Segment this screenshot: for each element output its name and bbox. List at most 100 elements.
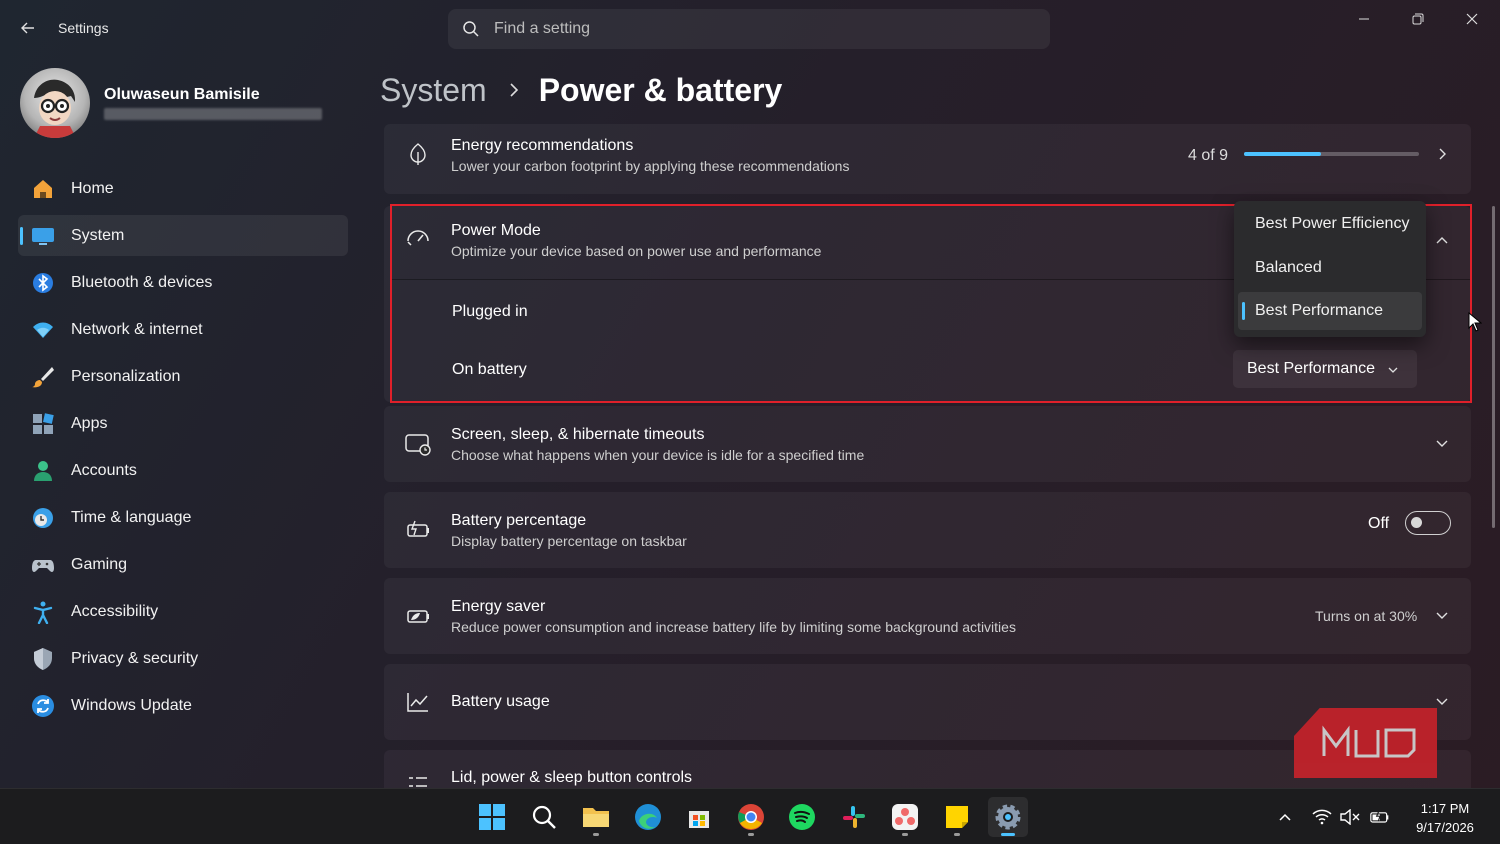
slack-icon <box>843 806 865 828</box>
taskbar-edge[interactable] <box>628 797 668 837</box>
taskbar-store[interactable] <box>679 797 719 837</box>
taskbar-asana[interactable] <box>885 797 925 837</box>
back-button[interactable] <box>14 14 42 42</box>
sidebar-item-label: System <box>71 226 125 244</box>
apps-icon <box>30 411 56 437</box>
dropdown-option-label: Best Power Efficiency <box>1255 215 1410 232</box>
wifi-status-button[interactable] <box>1312 807 1332 827</box>
arrow-left-icon <box>21 22 34 34</box>
energy-saver-title: Energy saver <box>451 598 546 615</box>
chrome-browser-icon <box>738 804 764 830</box>
sidebar-item-label: Privacy & security <box>71 649 199 667</box>
sidebar-item-gaming[interactable]: Gaming <box>18 544 348 585</box>
taskbar-start-button[interactable] <box>472 797 512 837</box>
bluetooth-icon <box>30 270 56 296</box>
user-profile[interactable]: Oluwaseun Bamisile <box>20 68 350 140</box>
dropdown-option-label: Best Performance <box>1255 302 1384 319</box>
chevron-right-icon <box>510 83 518 97</box>
sidebar-item-privacy[interactable]: Privacy & security <box>18 638 348 679</box>
energy-recommendations-subtitle: Lower your carbon footprint by applying … <box>451 158 850 174</box>
sidebar-item-system[interactable]: System <box>18 215 348 256</box>
close-icon <box>1466 13 1478 25</box>
sidebar-item-accessibility[interactable]: Accessibility <box>18 591 348 632</box>
avatar-cartoon-icon <box>34 79 76 138</box>
sidebar-item-network[interactable]: Network & internet <box>18 309 348 350</box>
taskbar-file-explorer[interactable] <box>576 797 616 837</box>
energy-saver-status: Turns on at 30% <box>1315 608 1418 624</box>
sidebar-item-label: Personalization <box>71 367 181 385</box>
close-button[interactable] <box>1449 6 1495 32</box>
update-icon <box>30 693 56 719</box>
sidebar-item-personalization[interactable]: Personalization <box>18 356 348 397</box>
breadcrumb: System Power & battery <box>380 68 782 112</box>
sidebar-item-bluetooth[interactable]: Bluetooth & devices <box>18 262 348 303</box>
battery-charging-icon <box>404 516 432 544</box>
sidebar-item-windows-update[interactable]: Windows Update <box>18 685 348 726</box>
sidebar-item-label: Time & language <box>71 508 192 526</box>
taskbar-chrome[interactable] <box>731 797 771 837</box>
sidebar-item-label: Network & internet <box>71 320 203 338</box>
taskbar-sticky-notes[interactable] <box>937 797 977 837</box>
taskbar-slack[interactable] <box>834 797 874 837</box>
sidebar-item-home[interactable]: Home <box>18 168 348 209</box>
dropdown-option-label: Balanced <box>1255 259 1322 276</box>
clock-time: 1:17 PM <box>1420 801 1470 816</box>
taskbar: 1:17 PM 9/17/2026 <box>0 788 1500 844</box>
plugged-in-dropdown-menu: Best Power Efficiency Balanced Best Perf… <box>1234 201 1426 337</box>
energy-recommendations-title: Energy recommendations <box>451 137 634 154</box>
sidebar-item-time-language[interactable]: Time & language <box>18 497 348 538</box>
dropdown-option-balanced[interactable]: Balanced <box>1238 249 1422 287</box>
volume-status-button[interactable] <box>1340 807 1360 827</box>
muo-logo-icon <box>1322 725 1416 758</box>
wifi-icon <box>30 317 56 343</box>
screen-sleep-title: Screen, sleep, & hibernate timeouts <box>451 426 705 443</box>
sidebar-item-accounts[interactable]: Accounts <box>18 450 348 491</box>
breadcrumb-parent[interactable]: System <box>380 72 487 109</box>
restore-icon <box>1412 13 1424 25</box>
screen-timer-icon <box>404 430 432 458</box>
search-box[interactable] <box>448 9 1050 49</box>
clock-date: 9/17/2026 <box>1416 820 1474 835</box>
show-hidden-icons-button[interactable] <box>1275 807 1295 827</box>
mouse-cursor-icon <box>1468 312 1482 332</box>
taskbar-clock[interactable]: 1:17 PM 9/17/2026 <box>1400 799 1490 837</box>
dropdown-option-best-performance[interactable]: Best Performance <box>1238 292 1422 330</box>
minimize-button[interactable] <box>1341 6 1387 32</box>
home-icon <box>30 176 56 202</box>
taskbar-settings[interactable] <box>988 797 1028 837</box>
system-icon <box>30 223 56 249</box>
energy-saver-card[interactable]: Energy saver Reduce power consumption an… <box>384 578 1471 654</box>
screen-sleep-card[interactable]: Screen, sleep, & hibernate timeouts Choo… <box>384 406 1471 482</box>
accessibility-icon <box>30 599 56 625</box>
search-input[interactable] <box>494 20 1014 38</box>
muo-watermark-logo <box>1294 708 1437 778</box>
speaker-muted-icon <box>1340 809 1360 825</box>
recommendations-progress-label: 4 of 9 <box>1188 147 1229 164</box>
sticky-notes-icon <box>946 806 968 828</box>
scrollbar[interactable] <box>1492 206 1495 528</box>
taskbar-spotify[interactable] <box>782 797 822 837</box>
battery-percentage-toggle[interactable] <box>1405 511 1451 535</box>
sidebar-item-label: Windows Update <box>71 696 192 714</box>
user-email-blurred <box>104 108 322 120</box>
sidebar-item-label: Accounts <box>71 461 137 479</box>
battery-charging-icon <box>1370 810 1389 823</box>
battery-status-button[interactable] <box>1370 807 1390 827</box>
sidebar-item-apps[interactable]: Apps <box>18 403 348 444</box>
search-icon <box>463 21 479 37</box>
restore-button[interactable] <box>1395 6 1441 32</box>
toggle-knob <box>1411 517 1422 528</box>
chevron-up-icon <box>1279 813 1291 821</box>
taskbar-search-button[interactable] <box>524 797 564 837</box>
asana-icon <box>892 804 918 830</box>
dropdown-option-best-power-efficiency[interactable]: Best Power Efficiency <box>1238 205 1422 243</box>
energy-recommendations-card[interactable]: Energy recommendations Lower your carbon… <box>384 124 1471 194</box>
running-indicator <box>902 833 908 836</box>
recommendations-progress-bar <box>1244 152 1419 156</box>
store-icon <box>689 811 709 828</box>
spotify-icon <box>789 804 815 830</box>
folder-icon <box>583 808 609 827</box>
battery-percentage-title: Battery percentage <box>451 512 587 529</box>
battery-percentage-card: Battery percentage Display battery perce… <box>384 492 1471 568</box>
sidebar-item-label: Gaming <box>71 555 128 573</box>
